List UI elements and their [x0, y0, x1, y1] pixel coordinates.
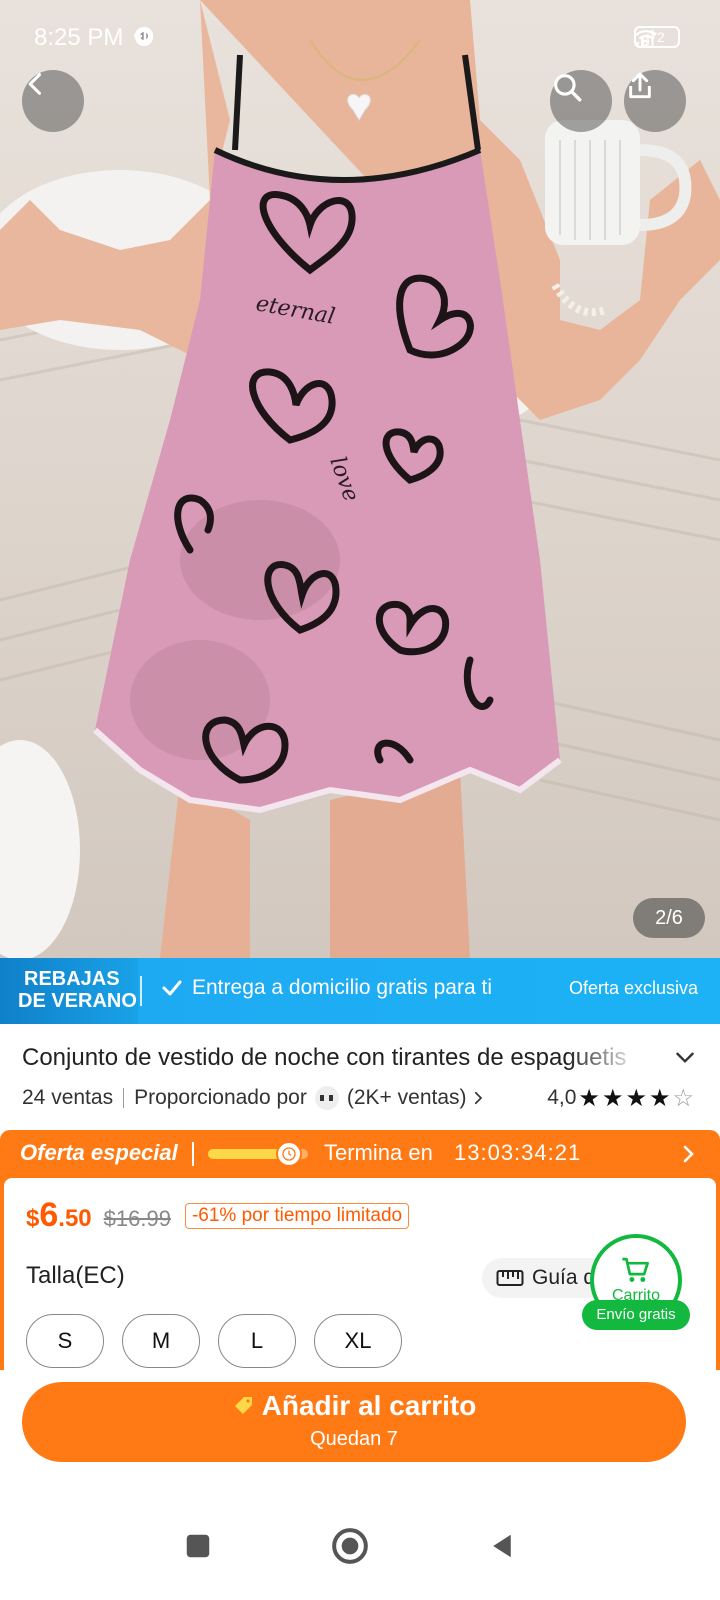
- exclusive-offer-label: Oferta exclusiva: [568, 978, 698, 998]
- provided-by-label: Proporcionado por: [134, 1086, 307, 1109]
- ruler-icon: [496, 1270, 524, 1286]
- price-row: $ 6 .50 $16.99 -61% por tiempo limitado: [26, 1196, 410, 1235]
- product-photo-illustration: eternal love: [0, 0, 720, 958]
- offer-divider: [192, 1142, 194, 1166]
- star-icon: ★: [578, 1084, 600, 1112]
- promo-divider: [140, 976, 142, 1006]
- summer-sale-line1: REBAJAS: [24, 968, 120, 990]
- product-image[interactable]: eternal love 8:25 PM ·: [0, 0, 720, 958]
- clock-icon: [276, 1141, 302, 1167]
- star-outline-icon: ☆: [672, 1084, 694, 1112]
- size-option-s[interactable]: S: [26, 1314, 104, 1368]
- special-offer-label: Oferta especial: [20, 1140, 178, 1165]
- chevron-down-icon[interactable]: [672, 1044, 698, 1070]
- wifi-icon: [635, 30, 657, 48]
- add-to-cart-button[interactable]: Añadir al carrito Quedan 7: [22, 1382, 686, 1462]
- triangle-back-icon: [493, 1534, 511, 1558]
- size-option-xl[interactable]: XL: [314, 1314, 402, 1368]
- free-delivery-label: Entrega a domicilio gratis para ti: [192, 976, 492, 999]
- original-price: $16.99: [103, 1206, 171, 1231]
- bottom-action-bar: Añadir al carrito Quedan 7: [0, 1370, 720, 1490]
- store-avatar[interactable]: [314, 1086, 339, 1110]
- status-notification-icons: ·: [132, 24, 153, 48]
- product-meta-row: 24 ventas Proporcionado por (2K+ ventas)…: [22, 1080, 702, 1116]
- back-button[interactable]: [22, 70, 84, 132]
- add-to-cart-title-row: Añadir al carrito: [22, 1390, 686, 1422]
- back-nav-button[interactable]: [472, 1516, 532, 1576]
- size-label: Talla(EC): [26, 1262, 125, 1289]
- offer-countdown: 13:03:34:21: [454, 1140, 582, 1165]
- star-icon: ★: [648, 1084, 671, 1112]
- chevron-right-icon[interactable]: [469, 1087, 487, 1109]
- summer-sale-badge: REBAJAS DE VERANO: [0, 958, 138, 1024]
- check-icon: [162, 980, 182, 996]
- star-icon: ★: [625, 1084, 647, 1112]
- free-delivery-text: Entrega a domicilio gratis para ti: [160, 976, 492, 1000]
- discount-badge: -61% por tiempo limitado: [184, 1202, 410, 1229]
- offer-progress-fill: [208, 1149, 286, 1159]
- summer-sale-line2: DE VERANO: [18, 990, 137, 1012]
- product-title-row[interactable]: Conjunto de vestido de noche con tirante…: [22, 1040, 698, 1076]
- screen: eternal love 8:25 PM ·: [0, 0, 720, 1600]
- status-time: 8:25 PM: [34, 24, 124, 51]
- price-integer: 6: [39, 1196, 59, 1234]
- offer-details-button[interactable]: [670, 1136, 706, 1172]
- free-shipping-badge: Envío gratis: [582, 1300, 690, 1330]
- share-icon: [629, 72, 651, 99]
- home-button[interactable]: [320, 1516, 380, 1576]
- store-logo-icon: [319, 1095, 333, 1101]
- search-button[interactable]: [550, 70, 612, 132]
- meta-divider: [123, 1088, 125, 1108]
- special-offer-header[interactable]: Oferta especial Termina en 13:03:34:21: [0, 1130, 720, 1178]
- price-currency: $: [26, 1205, 40, 1232]
- size-option-l[interactable]: L: [218, 1314, 296, 1368]
- size-options: S M L XL: [26, 1314, 402, 1368]
- square-icon: [186, 1534, 210, 1558]
- rating[interactable]: 4,0 ★ ★ ★ ★ ☆: [547, 1080, 694, 1116]
- promo-banner[interactable]: REBAJAS DE VERANO Entrega a domicilio gr…: [0, 958, 720, 1024]
- search-icon: [554, 74, 582, 102]
- share-button[interactable]: [624, 70, 686, 132]
- system-navigation-bar: [0, 1490, 720, 1600]
- product-title: Conjunto de vestido de noche con tirante…: [22, 1044, 627, 1071]
- store-sales[interactable]: (2K+ ventas): [347, 1086, 467, 1110]
- tiktok-icon: [137, 26, 151, 44]
- sales-count: 24 ventas: [22, 1086, 114, 1109]
- add-to-cart-label: Añadir al carrito: [261, 1390, 477, 1421]
- offer-ends-label: Termina en: [324, 1140, 433, 1165]
- stock-remaining: Quedan 7: [310, 1428, 398, 1450]
- price-decimal: .50: [58, 1205, 92, 1232]
- chevron-right-icon: [683, 1145, 694, 1163]
- size-option-m[interactable]: M: [122, 1314, 200, 1368]
- chevron-left-icon: [28, 73, 42, 95]
- cart-icon: [622, 1257, 649, 1282]
- rating-value: 4,0: [547, 1086, 577, 1109]
- home-circle-icon: [332, 1528, 368, 1564]
- image-counter: 2/6: [633, 898, 705, 938]
- star-icon: ★: [601, 1084, 624, 1112]
- recents-button[interactable]: [168, 1516, 228, 1576]
- status-bar: 8:25 PM · 72: [0, 0, 720, 80]
- tag-icon: [234, 1397, 252, 1414]
- status-system-icons: 72: [634, 26, 680, 48]
